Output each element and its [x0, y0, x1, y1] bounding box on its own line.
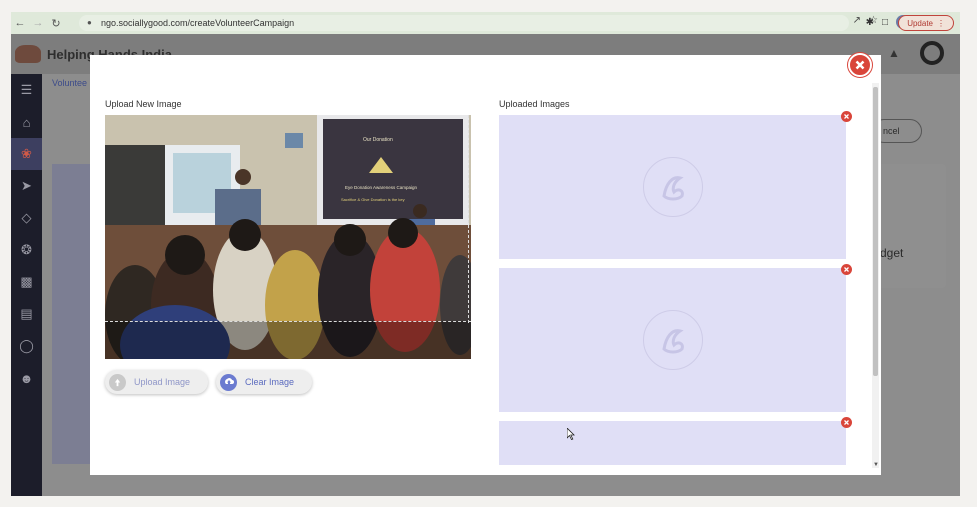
uploaded-image-placeholder[interactable]	[499, 421, 846, 465]
uploaded-image-placeholder[interactable]	[499, 268, 846, 412]
upload-heading: Upload New Image	[105, 99, 182, 109]
clear-icon	[220, 373, 237, 391]
crop-guide-horizontal[interactable]	[105, 321, 471, 322]
scroll-down-icon[interactable]: ▼	[873, 462, 879, 468]
modal-scrollbar[interactable]: ▼	[872, 83, 879, 468]
image-actions: Upload Image Clear Image	[105, 370, 312, 394]
browser-toolbar: ← → ↻ ● ngo.sociallygood.com/createVolun…	[11, 12, 960, 34]
close-icon	[855, 60, 865, 70]
placeholder-logo-icon	[642, 310, 703, 370]
home-icon[interactable]: ⌂	[11, 106, 42, 138]
url-text: ngo.sociallygood.com/createVolunteerCamp…	[101, 18, 295, 28]
scrollbar-thumb[interactable]	[873, 87, 878, 376]
kebab-icon: ⋮	[937, 18, 945, 28]
uploaded-image-placeholder[interactable]	[499, 115, 846, 259]
upload-image-label: Upload Image	[134, 377, 191, 387]
sidepanel-icon[interactable]: □	[882, 17, 888, 28]
remove-image-icon[interactable]	[841, 111, 852, 122]
clear-image-button[interactable]: Clear Image	[216, 370, 312, 394]
screen: ← → ↻ ● ngo.sociallygood.com/createVolun…	[11, 12, 960, 496]
id-card-icon[interactable]: ▩	[11, 266, 42, 298]
placeholder-logo-icon	[642, 157, 703, 217]
upload-image-button[interactable]: Upload Image	[105, 370, 208, 394]
tag-icon[interactable]: ◇	[11, 202, 42, 234]
mouse-cursor-icon	[567, 428, 575, 440]
update-label: Update	[907, 18, 933, 28]
share-icon[interactable]: ↗	[853, 15, 861, 26]
back-icon[interactable]: ←	[11, 14, 29, 32]
remove-image-icon[interactable]	[841, 417, 852, 428]
upload-icon	[109, 373, 126, 391]
crop-guide-vertical[interactable]	[468, 115, 469, 323]
image-upload-modal: Upload New Image Uploaded Images Our Don…	[90, 55, 881, 475]
classroom-photo: Our Donation Eye Donation Awareness Camp…	[105, 115, 471, 359]
bell-icon[interactable]: ▲	[888, 46, 902, 60]
uploaded-heading: Uploaded Images	[499, 99, 570, 109]
reload-icon[interactable]: ↻	[47, 14, 65, 32]
menu-icon[interactable]: ☰	[11, 74, 42, 106]
dimmed-card	[52, 164, 92, 464]
image-preview[interactable]: Our Donation Eye Donation Awareness Camp…	[105, 115, 471, 359]
remove-image-icon[interactable]	[841, 264, 852, 275]
address-bar[interactable]: ● ngo.sociallygood.com/createVolunteerCa…	[79, 15, 849, 31]
extensions-icon[interactable]: ✱	[866, 17, 874, 28]
award-icon[interactable]: ❂	[11, 234, 42, 266]
csr-icon[interactable]: ◯	[11, 330, 42, 362]
sidebar: ☰ ⌂ ❀ ➤ ◇ ❂ ▩ ▤ ◯ ☻	[11, 74, 42, 496]
close-modal-button[interactable]	[848, 53, 872, 77]
update-button[interactable]: Update ⋮	[898, 15, 954, 31]
dimmed-budget-label: dget	[880, 246, 904, 260]
slide-line-3: Sacrifice & Give Donation is the key	[341, 197, 405, 202]
brand-logo-icon	[15, 45, 41, 63]
breadcrumb: Voluntee	[52, 78, 88, 88]
rocket-icon[interactable]: ➤	[11, 170, 42, 202]
slide-line-2: Eye Donation Awareness Campaign	[345, 185, 417, 190]
volunteer-icon[interactable]: ❀	[11, 138, 42, 170]
clear-image-label: Clear Image	[245, 377, 295, 387]
slide-line-1: Our Donation	[363, 137, 393, 143]
lock-icon: ●	[87, 18, 92, 27]
user-avatar[interactable]	[920, 41, 944, 65]
bus-icon[interactable]: ▤	[11, 298, 42, 330]
forward-icon[interactable]: →	[29, 14, 47, 32]
people-icon[interactable]: ☻	[11, 362, 42, 394]
